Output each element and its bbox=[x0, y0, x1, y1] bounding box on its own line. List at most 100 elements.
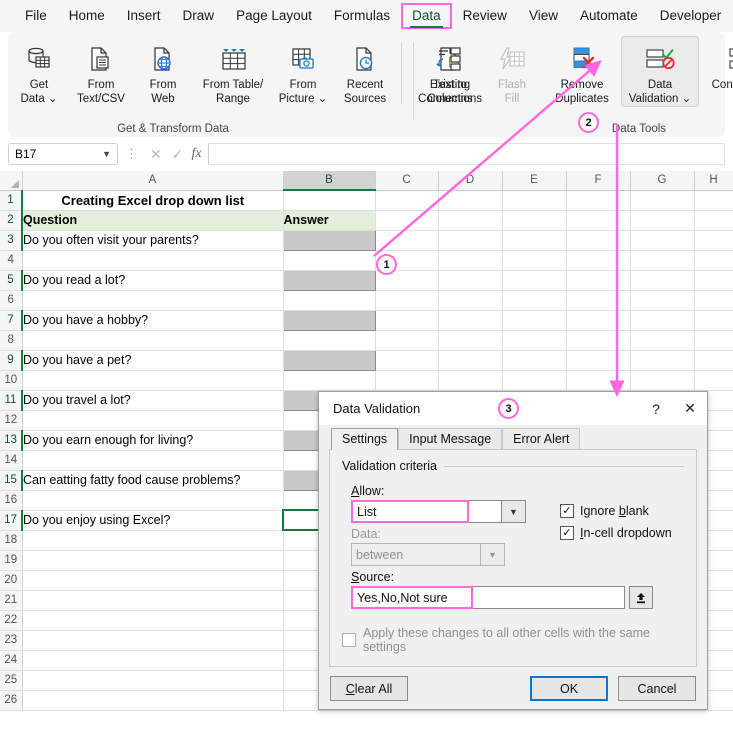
cell-F10[interactable] bbox=[566, 370, 630, 390]
row-header-1[interactable]: 1 bbox=[0, 190, 22, 210]
cell-F1[interactable] bbox=[566, 190, 630, 210]
cell-D6[interactable] bbox=[438, 290, 502, 310]
cell-A21[interactable] bbox=[22, 590, 283, 610]
cell-F4[interactable] bbox=[566, 250, 630, 270]
cell-G2[interactable] bbox=[630, 210, 694, 230]
ribbon-tab-formulas[interactable]: Formulas bbox=[323, 3, 401, 29]
cell-A19[interactable] bbox=[22, 550, 283, 570]
tab-error-alert[interactable]: Error Alert bbox=[502, 428, 580, 450]
column-header-h[interactable]: H bbox=[694, 171, 733, 190]
cell-A7[interactable]: Do you have a hobby? bbox=[22, 310, 283, 330]
row-header-21[interactable]: 21 bbox=[0, 590, 22, 610]
cell-A12[interactable] bbox=[22, 410, 283, 430]
cell-B9[interactable] bbox=[283, 350, 375, 370]
cell-A10[interactable] bbox=[22, 370, 283, 390]
cancel-button[interactable]: Cancel bbox=[618, 676, 696, 701]
apply-all-row[interactable]: Apply these changes to all other cells w… bbox=[342, 626, 696, 654]
cell-H2[interactable] bbox=[694, 210, 733, 230]
cell-E10[interactable] bbox=[502, 370, 566, 390]
cell-C2[interactable] bbox=[375, 210, 438, 230]
cell-A24[interactable] bbox=[22, 650, 283, 670]
cell-D1[interactable] bbox=[438, 190, 502, 210]
name-box[interactable]: B17 ▼ bbox=[8, 143, 118, 165]
cell-F2[interactable] bbox=[566, 210, 630, 230]
cell-B5[interactable] bbox=[283, 270, 375, 290]
cell-B6[interactable] bbox=[283, 290, 375, 310]
row-header-10[interactable]: 10 bbox=[0, 370, 22, 390]
row-header-12[interactable]: 12 bbox=[0, 410, 22, 430]
ribbon-tab-data[interactable]: Data bbox=[401, 3, 452, 29]
row-header-8[interactable]: 8 bbox=[0, 330, 22, 350]
cell-A4[interactable] bbox=[22, 250, 283, 270]
ribbon-tab-view[interactable]: View bbox=[518, 3, 569, 29]
cell-C7[interactable] bbox=[375, 310, 438, 330]
cell-G8[interactable] bbox=[630, 330, 694, 350]
cell-A1[interactable]: Creating Excel drop down list bbox=[22, 190, 283, 210]
cell-F9[interactable] bbox=[566, 350, 630, 370]
ignore-blank-checkbox-row[interactable]: ✓ Ignore blank bbox=[560, 504, 672, 518]
cell-A20[interactable] bbox=[22, 570, 283, 590]
row-header-22[interactable]: 22 bbox=[0, 610, 22, 630]
cell-F5[interactable] bbox=[566, 270, 630, 290]
from-picture-button[interactable]: From Picture ⌄ bbox=[272, 36, 334, 106]
cell-F6[interactable] bbox=[566, 290, 630, 310]
cell-B8[interactable] bbox=[283, 330, 375, 350]
recent-sources-button[interactable]: Recent Sources bbox=[334, 36, 396, 106]
cell-G10[interactable] bbox=[630, 370, 694, 390]
cell-A3[interactable]: Do you often visit your parents? bbox=[22, 230, 283, 250]
cell-E4[interactable] bbox=[502, 250, 566, 270]
allow-value[interactable]: List bbox=[351, 500, 469, 523]
row-header-16[interactable]: 16 bbox=[0, 490, 22, 510]
cell-A22[interactable] bbox=[22, 610, 283, 630]
in-cell-dropdown-checkbox[interactable]: ✓ bbox=[560, 526, 574, 540]
row-header-14[interactable]: 14 bbox=[0, 450, 22, 470]
cell-H4[interactable] bbox=[694, 250, 733, 270]
cell-H7[interactable] bbox=[694, 310, 733, 330]
consolidate-button[interactable]: Consolidate bbox=[699, 36, 733, 93]
from-table-range-button[interactable]: From Table/ Range bbox=[194, 36, 272, 106]
ribbon-tab-draw[interactable]: Draw bbox=[172, 3, 226, 29]
cell-B1[interactable] bbox=[283, 190, 375, 210]
cell-C6[interactable] bbox=[375, 290, 438, 310]
data-dropdown[interactable]: between ▼ bbox=[351, 543, 542, 566]
cell-E3[interactable] bbox=[502, 230, 566, 250]
cell-H9[interactable] bbox=[694, 350, 733, 370]
cancel-icon[interactable]: ✕ bbox=[145, 146, 167, 163]
formula-bar-menu-icon[interactable]: ⋮ bbox=[118, 146, 145, 162]
row-header-4[interactable]: 4 bbox=[0, 250, 22, 270]
from-web-button[interactable]: From Web bbox=[132, 36, 194, 106]
cell-A17[interactable]: Do you enjoy using Excel? bbox=[22, 510, 283, 530]
cell-F8[interactable] bbox=[566, 330, 630, 350]
row-header-7[interactable]: 7 bbox=[0, 310, 22, 330]
ribbon-tab-file[interactable]: File bbox=[14, 3, 58, 29]
cell-F7[interactable] bbox=[566, 310, 630, 330]
row-header-9[interactable]: 9 bbox=[0, 350, 22, 370]
cell-A14[interactable] bbox=[22, 450, 283, 470]
cell-A25[interactable] bbox=[22, 670, 283, 690]
row-header-24[interactable]: 24 bbox=[0, 650, 22, 670]
source-value[interactable]: Yes,No,Not sure bbox=[351, 586, 473, 609]
clear-all-button[interactable]: Clear All bbox=[330, 676, 408, 701]
get-data-button[interactable]: Get Data ⌄ bbox=[8, 36, 70, 106]
formula-input[interactable] bbox=[208, 143, 725, 165]
cell-H1[interactable] bbox=[694, 190, 733, 210]
cell-G3[interactable] bbox=[630, 230, 694, 250]
cell-C9[interactable] bbox=[375, 350, 438, 370]
cell-A16[interactable] bbox=[22, 490, 283, 510]
cell-A8[interactable] bbox=[22, 330, 283, 350]
row-header-23[interactable]: 23 bbox=[0, 630, 22, 650]
row-header-15[interactable]: 15 bbox=[0, 470, 22, 490]
remove-duplicates-button[interactable]: Remove Duplicates bbox=[543, 36, 621, 106]
cell-H10[interactable] bbox=[694, 370, 733, 390]
cell-B3[interactable] bbox=[283, 230, 375, 250]
data-chevron-down-icon[interactable]: ▼ bbox=[481, 543, 505, 566]
cell-H6[interactable] bbox=[694, 290, 733, 310]
cell-D10[interactable] bbox=[438, 370, 502, 390]
row-header-5[interactable]: 5 bbox=[0, 270, 22, 290]
allow-chevron-down-icon[interactable]: ▼ bbox=[502, 500, 526, 523]
cell-A9[interactable]: Do you have a pet? bbox=[22, 350, 283, 370]
column-header-e[interactable]: E bbox=[502, 171, 566, 190]
row-header-11[interactable]: 11 bbox=[0, 390, 22, 410]
ribbon-tab-automate[interactable]: Automate bbox=[569, 3, 649, 29]
row-header-6[interactable]: 6 bbox=[0, 290, 22, 310]
